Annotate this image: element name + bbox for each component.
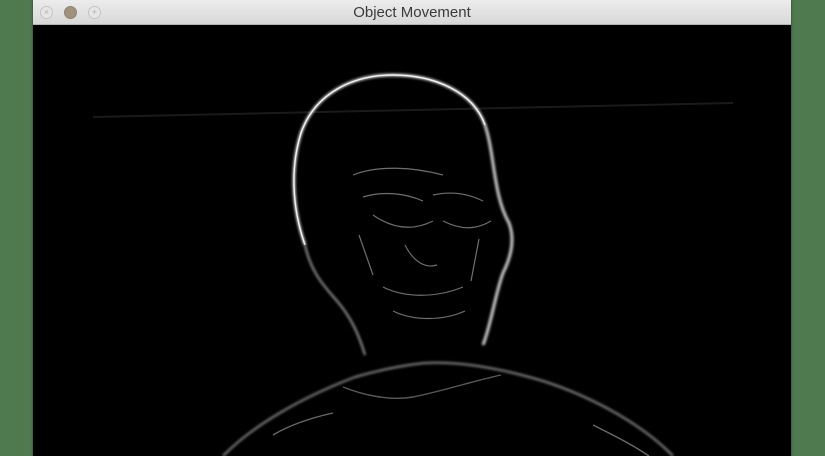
desktop: × + Object Movement xyxy=(0,0,825,456)
app-window: × + Object Movement xyxy=(33,0,791,456)
title-bar[interactable]: × + Object Movement xyxy=(33,0,791,25)
motion-edge-image xyxy=(33,25,791,456)
video-frame xyxy=(33,25,791,456)
window-title: Object Movement xyxy=(353,4,471,21)
